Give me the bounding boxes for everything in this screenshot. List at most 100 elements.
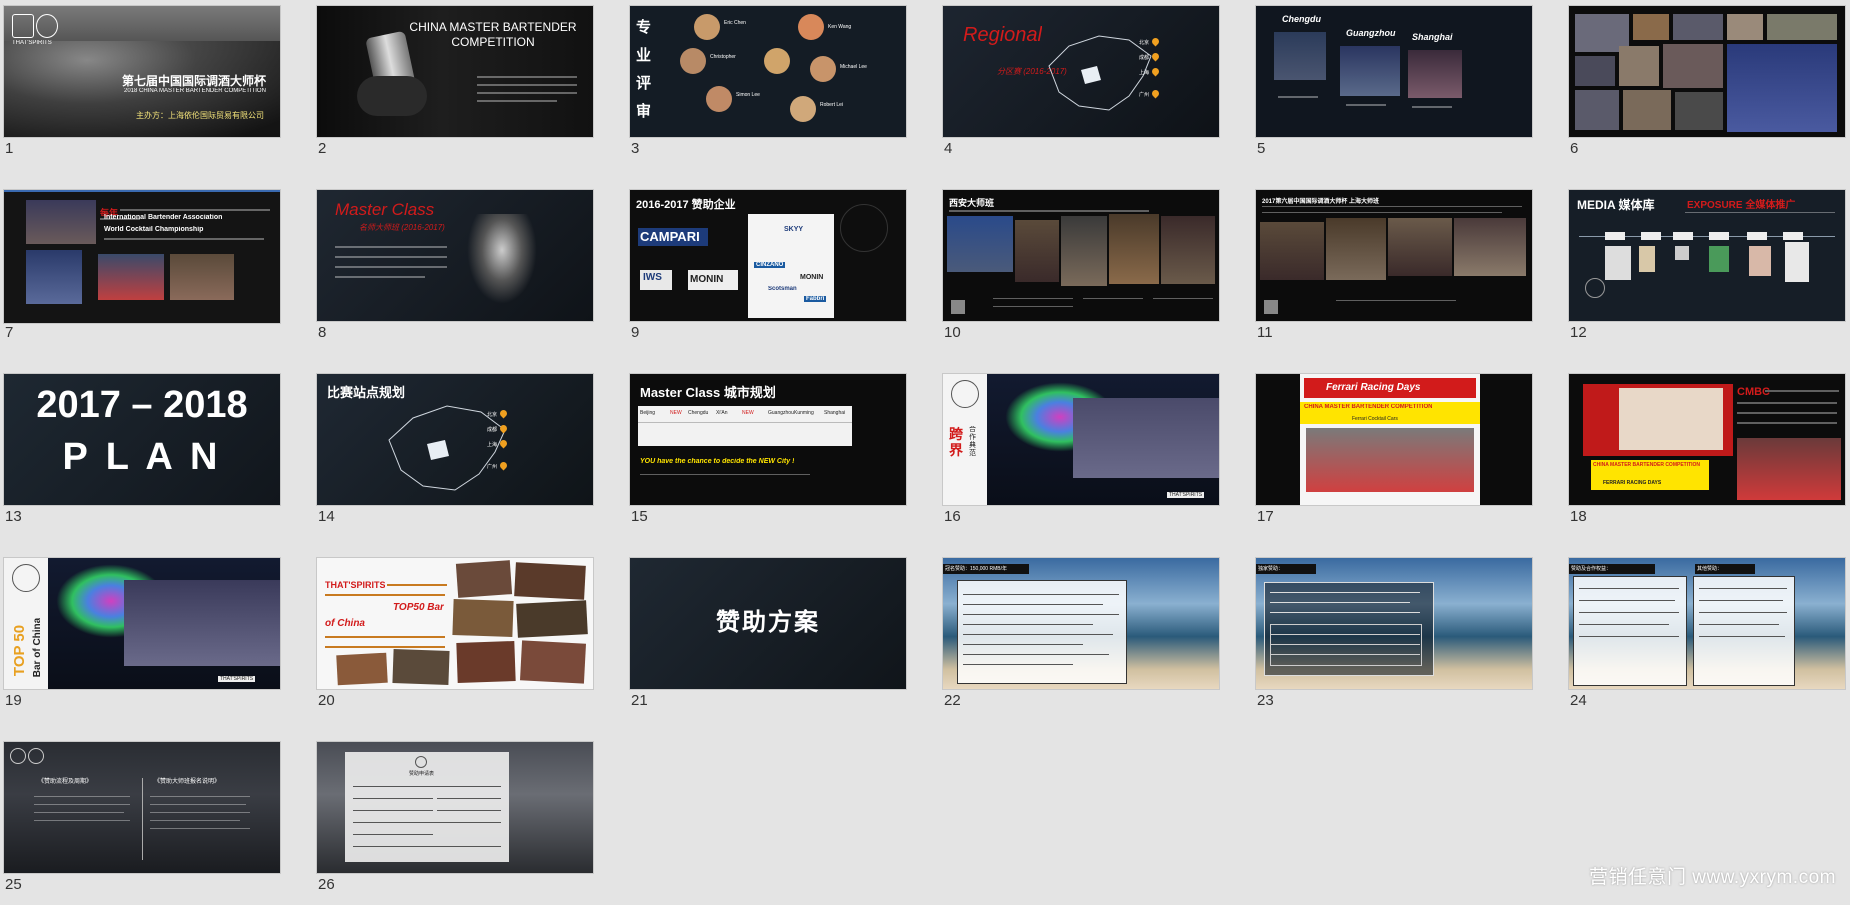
bund-building-image [1073, 398, 1219, 478]
slide-thumbnail-16[interactable]: 跨界 合作典范 THAT'SPIRITS 16 [943, 374, 1219, 537]
text-line [1685, 212, 1835, 213]
event-photo [1454, 218, 1526, 276]
wechat-qr-icon [1264, 300, 1278, 314]
slide-10-preview: 西安大师班 [943, 190, 1219, 321]
judge-avatar [810, 56, 836, 82]
slide-2-preview: CHINA MASTER BARTENDER COMPETITION [317, 6, 593, 137]
slide-14-preview: 比赛站点规划 北京 成都 上海 广州 [317, 374, 593, 505]
bar-photo [516, 600, 588, 638]
event-photo [1061, 216, 1107, 286]
slide-25-preview: 《赞助流程及周期》 《赞助大师班报名说明》 [4, 742, 280, 873]
slide-thumbnail-21[interactable]: 赞助方案 21 [630, 558, 906, 721]
city-cell: Guangzhou [768, 410, 794, 416]
slide-thumbnail-4[interactable]: Regional 分区赛 (2016-2017) 北京 成都 上海 广州 4 [943, 6, 1219, 169]
slide-thumbnail-9[interactable]: 2016-2017 赞助企业 CAMPARI IWS MONIN SKYY CI… [630, 190, 906, 353]
slide-thumbnail-6[interactable]: 6 [1569, 6, 1845, 169]
city-cell: Shanghai [824, 410, 846, 416]
slide-thumbnail-24[interactable]: 赞助及合作权益： 其他赞助： 24 [1569, 558, 1845, 721]
slide-thumbnail-12[interactable]: MEDIA 媒体库 EXPOSURE 全媒体推广 12 [1569, 190, 1845, 353]
content-panel [1573, 576, 1687, 686]
slide-8-preview: Master Class 名师大师班 (2016-2017) [317, 190, 593, 321]
slide-7-championship: World Cocktail Championship [104, 226, 204, 233]
slide-21-title: 赞助方案 [716, 609, 820, 636]
slide-thumbnail-14[interactable]: 比赛站点规划 北京 成都 上海 广州 14 [317, 374, 593, 537]
wechat-qr-icon [951, 300, 965, 314]
crowd-photo [1737, 438, 1841, 500]
slide-thumbnail-1[interactable]: THAT'SPIRITS 第七届中国国际调酒大师杯 2018 CHINA MAS… [4, 6, 280, 169]
text-line [1737, 422, 1837, 424]
text-line [477, 84, 577, 86]
slide-number: 18 [1570, 508, 1587, 525]
text-line [1412, 106, 1452, 108]
judge-name: Robert Lei [820, 102, 844, 108]
bar-photo [514, 562, 586, 600]
slide-1-preview: THAT'SPIRITS 第七届中国国际调酒大师杯 2018 CHINA MAS… [4, 6, 280, 137]
judge-name: Michael Lee [840, 64, 867, 70]
table-row-line [1270, 634, 1420, 635]
event-photo [98, 254, 164, 300]
text-line [1262, 206, 1522, 207]
photo-collage-item [1633, 14, 1669, 40]
logo-mark [12, 14, 34, 38]
text-line [1270, 602, 1410, 603]
slide-number: 12 [1570, 324, 1587, 341]
slide-thumbnail-5[interactable]: Chengdu Guangzhou Shanghai 5 [1256, 6, 1532, 169]
brand-scotsman: Scotsman [768, 286, 797, 292]
event-photo [26, 250, 82, 304]
slide-thumbnail-8[interactable]: Master Class 名师大师班 (2016-2017) 8 [317, 190, 593, 353]
slide-thumbnail-3[interactable]: 专业评审 Eric Chen Ken Wang Christopher Mich… [630, 6, 906, 169]
text-line [335, 266, 447, 268]
photo-collage-item [1767, 14, 1837, 40]
slide-thumbnail-18[interactable]: CMBC CHINA MASTER BARTENDER COMPETITION … [1569, 374, 1845, 537]
brand-logo-circle [415, 756, 427, 768]
slide-8-subtitle: 名师大师班 (2016-2017) [359, 223, 445, 232]
slide-thumbnail-20[interactable]: THAT'SPIRITS TOP50 Bar of China 20 [317, 558, 593, 721]
slide-23-header: 独家赞助： [1258, 566, 1284, 572]
slide-thumbnail-13[interactable]: 2017 – 2018 P L A N 13 [4, 374, 280, 537]
slide-thumbnail-15[interactable]: Master Class 城市规划 Beijing NEW Chengdu Xi… [630, 374, 906, 537]
slide-thumbnail-11[interactable]: 2017第六届中国国际调酒大师杯 上海大师班 11 [1256, 190, 1532, 353]
city-label: 广州 [1139, 92, 1150, 98]
slide-thumbnail-17[interactable]: Ferrari Racing Days CHINA MASTER BARTEND… [1256, 374, 1532, 537]
city-title: Chengdu [1282, 14, 1321, 24]
slide-17-brand: Ferrari Racing Days [1326, 382, 1421, 393]
slide-number: 16 [944, 508, 961, 525]
slide-thumbnail-19[interactable]: TOP 50 Bar of China THAT'SPIRITS 19 [4, 558, 280, 721]
text-line [949, 210, 1149, 212]
slide-16-logo: THAT'SPIRITS [1167, 492, 1205, 498]
text-line [477, 100, 557, 102]
slide-thumbnail-23[interactable]: 独家赞助： 23 [1256, 558, 1532, 721]
text-line [1765, 390, 1839, 392]
slide-number: 23 [1257, 692, 1274, 709]
slide-number: 25 [5, 876, 22, 893]
slide-thumbnail-25[interactable]: 《赞助流程及周期》 《赞助大师班报名说明》 25 [4, 742, 280, 905]
slide-18-preview: CMBC CHINA MASTER BARTENDER COMPETITION … [1569, 374, 1845, 505]
slide-thumbnail-10[interactable]: 西安大师班 10 [943, 190, 1219, 353]
slide-12-title: MEDIA 媒体库 [1577, 198, 1655, 212]
judge-avatar [764, 48, 790, 74]
slide-11-title: 2017第六届中国国际调酒大师杯 上海大师班 [1262, 199, 1380, 205]
slide-13-plan: P L A N [62, 436, 222, 478]
photo-collage-item [1663, 44, 1723, 88]
slide-15-caption: YOU have the chance to decide the NEW Ci… [640, 458, 795, 465]
event-photo [1274, 32, 1326, 80]
text-line [104, 238, 264, 240]
slide-17-band: CHINA MASTER BARTENDER COMPETITION [1304, 404, 1433, 410]
city-cell: Chengdu [688, 410, 709, 416]
text-line [1699, 600, 1783, 601]
slide-number: 6 [1570, 140, 1579, 157]
slide-thumbnail-7[interactable]: 每年 International Bartender Association W… [4, 190, 280, 353]
form-line [353, 798, 433, 799]
photo-collage-item [1727, 14, 1763, 40]
text-line [1083, 298, 1143, 299]
city-title: Shanghai [1412, 32, 1453, 42]
photo-collage-item [1673, 14, 1723, 40]
slide-3-side-title: 专业评审 [636, 19, 652, 120]
form-line [353, 786, 501, 787]
slide-thumbnail-26[interactable]: 赞助申请表 26 [317, 742, 593, 905]
slide-thumbnail-2[interactable]: CHINA MASTER BARTENDER COMPETITION 2 [317, 6, 593, 169]
bar-photo [452, 598, 514, 638]
judge-name: Christopher [710, 54, 736, 60]
slide-7-preview: 每年 International Bartender Association W… [4, 190, 280, 323]
slide-thumbnail-22[interactable]: 冠名赞助：150,000 RMB/年 22 [943, 558, 1219, 721]
